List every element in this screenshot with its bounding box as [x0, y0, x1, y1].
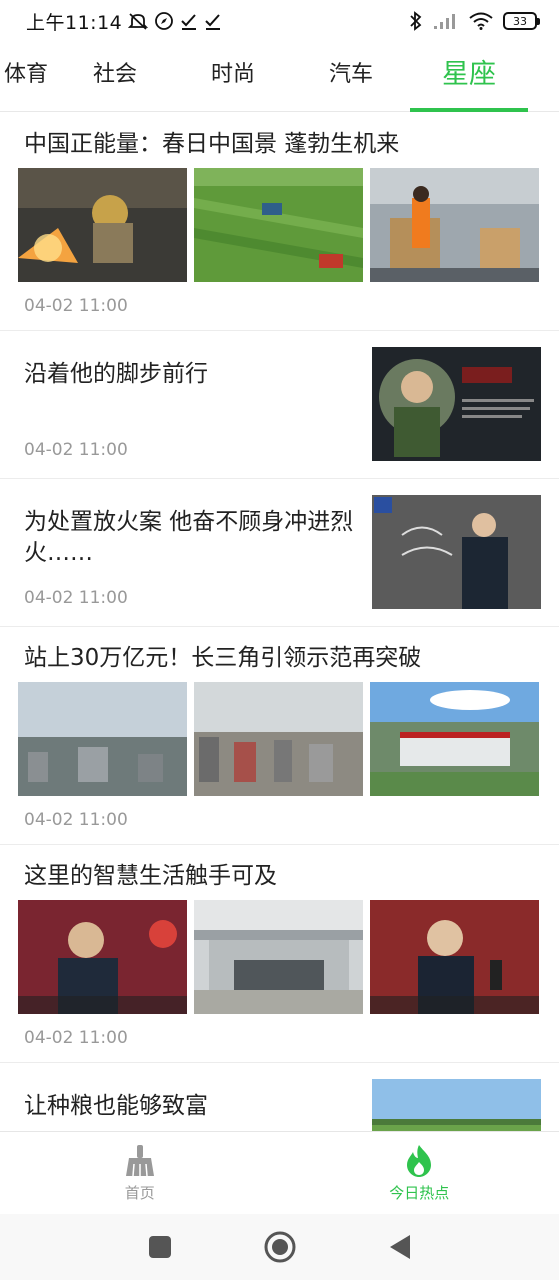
- bottom-navigation: 首页 今日热点: [0, 1131, 559, 1214]
- status-time: 上午11:14: [26, 11, 123, 34]
- news-thumbnail: [194, 900, 363, 1014]
- mute-icon: [128, 10, 149, 32]
- bluetooth-icon: [409, 10, 423, 32]
- news-thumbnail: [18, 168, 187, 282]
- nav-trending[interactable]: 今日热点: [280, 1132, 559, 1214]
- system-navigation-bar: [0, 1214, 559, 1280]
- back-button[interactable]: [388, 1234, 412, 1260]
- news-thumbnail: [372, 347, 541, 461]
- news-item[interactable]: 为处置放火案 他奋不顾身冲进烈火…… 04-02 11:00: [0, 479, 559, 627]
- tab-auto[interactable]: 汽车: [292, 42, 410, 112]
- news-images: [18, 682, 541, 796]
- news-thumbnail: [372, 1079, 541, 1131]
- nav-home-label: 首页: [124, 1183, 155, 1202]
- news-thumbnail: [18, 900, 187, 1014]
- news-item[interactable]: 让种粮也能够致富: [0, 1063, 559, 1131]
- news-thumbnail: [18, 682, 187, 796]
- news-time: 04-02 11:00: [24, 810, 128, 830]
- news-thumbnail: [370, 168, 539, 282]
- news-thumbnail: [194, 168, 363, 282]
- news-images: [18, 168, 541, 282]
- check-icon: [204, 10, 222, 32]
- news-time: 04-02 11:00: [24, 296, 128, 316]
- news-title: 中国正能量：春日中国景 蓬勃生机来: [24, 131, 400, 157]
- news-title: 站上30万亿元！长三角引领示范再突破: [24, 645, 422, 671]
- category-tabs: 体育 社会 时尚 汽车 星座: [0, 42, 559, 112]
- news-thumbnail: [194, 682, 363, 796]
- news-thumbnail: [370, 682, 539, 796]
- news-title: 这里的智慧生活触手可及: [24, 863, 277, 889]
- tab-horoscope[interactable]: 星座: [410, 42, 528, 112]
- nav-home[interactable]: 首页: [0, 1132, 280, 1214]
- tab-sports[interactable]: 体育: [0, 42, 56, 112]
- news-time: 04-02 11:00: [24, 440, 128, 460]
- news-thumbnail: [372, 495, 541, 609]
- home-button[interactable]: [264, 1231, 296, 1263]
- tab-fashion[interactable]: 时尚: [174, 42, 292, 112]
- compass-icon: [154, 10, 174, 32]
- recents-button[interactable]: [148, 1235, 172, 1259]
- news-title: 沿着他的脚步前行: [24, 361, 208, 387]
- nav-trending-label: 今日热点: [389, 1183, 450, 1202]
- news-title: 为处置放火案 他奋不顾身冲进烈火……: [24, 509, 354, 566]
- news-thumbnail: [370, 900, 539, 1014]
- news-item[interactable]: 这里的智慧生活触手可及 04-02 11:00: [0, 845, 559, 1063]
- news-item[interactable]: 站上30万亿元！长三角引领示范再突破 04-02 11:00: [0, 627, 559, 845]
- news-time: 04-02 11:00: [24, 1028, 128, 1048]
- check-icon: [180, 10, 198, 32]
- news-feed[interactable]: 中国正能量：春日中国景 蓬勃生机来 04-02 11:00 沿着他的脚步前行 0…: [0, 113, 559, 1131]
- flame-icon: [407, 1144, 432, 1177]
- tab-society[interactable]: 社会: [56, 42, 174, 112]
- battery-icon: 33: [503, 12, 540, 30]
- signal-icon: [433, 10, 459, 32]
- news-time: 04-02 11:00: [24, 588, 128, 608]
- news-title: 让种粮也能够致富: [24, 1093, 208, 1119]
- news-item[interactable]: 沿着他的脚步前行 04-02 11:00: [0, 331, 559, 479]
- news-images: [18, 900, 541, 1014]
- wifi-icon: [469, 10, 493, 32]
- broom-icon: [125, 1144, 154, 1176]
- status-bar: 上午11:14 33: [0, 0, 559, 42]
- news-item[interactable]: 中国正能量：春日中国景 蓬勃生机来 04-02 11:00: [0, 113, 559, 331]
